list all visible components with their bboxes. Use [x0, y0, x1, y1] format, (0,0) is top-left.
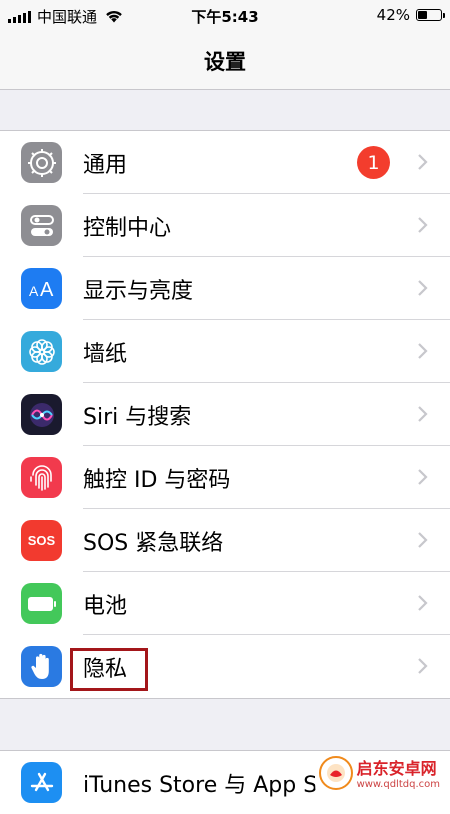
watermark: 启东安卓网 www.qdltdq.com	[314, 753, 444, 792]
battery-percent: 42%	[376, 6, 410, 24]
settings-row-touch-id-passcode[interactable]: 触控 ID 与密码	[0, 446, 450, 509]
settings-row-label: SOS 紧急联络	[83, 530, 224, 556]
settings-row-privacy[interactable]: 隐私	[0, 635, 450, 698]
chevron-right-icon	[418, 343, 428, 359]
watermark-logo-icon	[318, 755, 353, 790]
battery-level-icon	[416, 9, 445, 21]
settings-row-emergency-sos[interactable]: SOS SOS 紧急联络	[0, 509, 450, 572]
app-store-icon	[21, 762, 62, 803]
sos-icon-text: SOS	[27, 533, 56, 548]
settings-row-label: 触控 ID 与密码	[83, 467, 231, 493]
chevron-right-icon	[418, 217, 428, 233]
chevron-right-icon	[418, 280, 428, 296]
fingerprint-icon	[21, 457, 62, 498]
settings-row-display-brightness[interactable]: A A 显示与亮度	[0, 257, 450, 320]
status-bar: 中国联通 下午5:43 42%	[0, 0, 450, 30]
settings-row-label: 通用	[83, 152, 128, 178]
battery-status: 42%	[376, 6, 445, 24]
chevron-right-icon	[418, 154, 428, 170]
sos-icon: SOS	[21, 520, 62, 561]
chevron-right-icon	[418, 658, 428, 674]
highlight-box	[70, 648, 148, 691]
settings-row-label: Siri 与搜索	[83, 404, 192, 430]
settings-row-label: 显示与亮度	[83, 278, 194, 304]
chevron-right-icon	[418, 406, 428, 422]
settings-row-wallpaper[interactable]: 墙纸	[0, 320, 450, 383]
battery-icon	[21, 583, 62, 624]
notification-badge: 1	[357, 146, 390, 179]
watermark-name: 启东安卓网	[356, 759, 437, 778]
settings-row-label: 电池	[83, 593, 128, 619]
chevron-right-icon	[418, 532, 428, 548]
flower-icon	[21, 331, 62, 372]
hand-icon	[21, 646, 62, 687]
toggles-icon	[21, 205, 62, 246]
watermark-url: www.qdltdq.com	[356, 779, 440, 790]
svg-text:A: A	[29, 283, 39, 299]
page-title: 设置	[204, 50, 246, 74]
settings-row-siri-search[interactable]: Siri 与搜索	[0, 383, 450, 446]
battery-fill	[418, 11, 427, 19]
settings-row-battery[interactable]: 电池	[0, 572, 450, 635]
settings-row-general[interactable]: 通用 1	[0, 131, 450, 194]
navigation-bar: 设置	[0, 30, 450, 90]
text-size-icon: A A	[21, 268, 62, 309]
settings-row-label: 控制中心	[83, 215, 172, 241]
svg-text:A: A	[40, 279, 54, 300]
settings-group-main: 通用 1 控制中心 A A 显示与亮度 墙纸 Siri 与搜索 触控 ID 与密…	[0, 130, 450, 699]
chevron-right-icon	[418, 595, 428, 611]
chevron-right-icon	[418, 469, 428, 485]
gear-icon	[21, 142, 62, 183]
settings-row-label: 墙纸	[83, 341, 128, 367]
siri-icon	[21, 394, 62, 435]
settings-row-control-center[interactable]: 控制中心	[0, 194, 450, 257]
